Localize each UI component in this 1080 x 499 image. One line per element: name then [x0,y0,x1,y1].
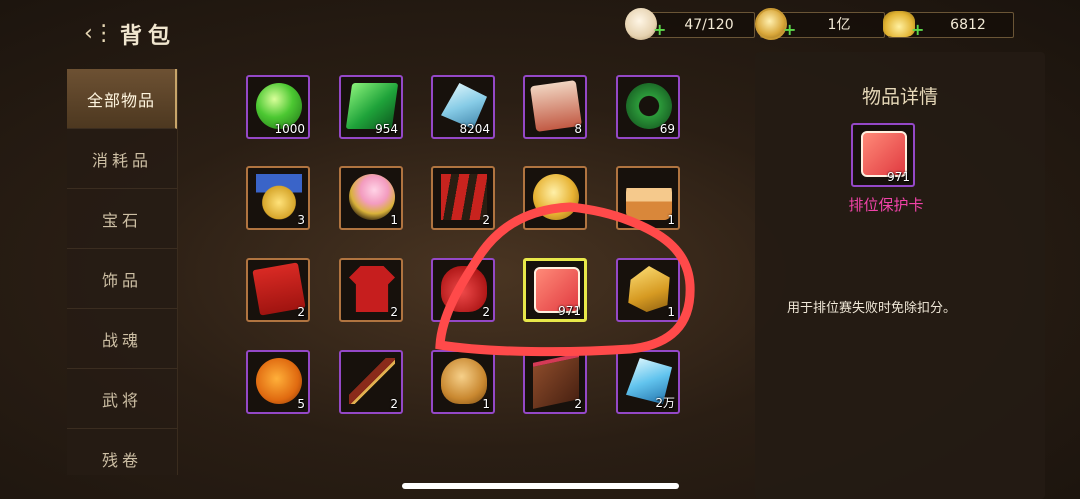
jack-o-lantern-icon [256,358,302,404]
item-detail-panel: 物品详情 971 排位保护卡 用于排位赛失败时免除扣分。 [755,52,1045,499]
inventory-slot[interactable]: 1000 [246,75,310,139]
inventory-slot[interactable]: 8204 [431,75,495,139]
detail-panel-title: 物品详情 [861,86,938,108]
inventory-slot[interactable]: 2 [246,258,310,322]
item-count: 5 [297,397,305,411]
tab-war-souls[interactable]: 战魂 [67,309,177,369]
tab-all-items[interactable]: 全部物品 [67,69,177,129]
inventory-slot[interactable]: 8 [523,75,587,139]
item-count: 2 [390,305,398,319]
inventory-slot[interactable]: 2 [339,258,403,322]
item-count: 8 [574,122,582,136]
inventory-slot[interactable]: 2万 [616,350,680,414]
back-arrow-icon[interactable]: ‹⋮ [84,20,115,48]
item-count: 2 [482,305,490,319]
tab-accessories[interactable]: 饰品 [67,249,177,309]
detail-item-slot: 971 [851,123,915,187]
detail-item-count: 971 [887,170,910,184]
inventory-slot[interactable]: 5 [246,350,310,414]
item-count: 8204 [459,122,490,136]
inventory-slot[interactable]: 1 [339,166,403,230]
item-count: 1 [390,213,398,227]
spring-couplet-icon [441,174,487,220]
item-count: 2万 [655,396,675,410]
coin-value: 1亿 [827,17,851,33]
item-count: 2 [574,397,582,411]
tab-gems[interactable]: 宝石 [67,189,177,249]
page-title: 背包 [120,23,177,49]
red-jersey-icon [349,266,395,312]
bun-value: 47/120 [684,17,734,33]
firecracker-stick-icon [349,358,395,404]
inventory-slot[interactable]: 1 [616,258,680,322]
category-sidebar: 全部物品 消耗品 宝石 饰品 战魂 武将 残卷 [67,69,178,475]
home-indicator-bar[interactable] [402,483,679,489]
item-count: 2 [390,397,398,411]
detail-item-description: 用于排位赛失败时免除扣分。 [787,301,957,316]
item-count: 1 [482,397,490,411]
inventory-slot[interactable]: 2 [431,166,495,230]
gold-bricks-icon [628,266,670,312]
tab-fragments[interactable]: 残卷 [67,429,177,475]
inventory-slot[interactable]: 954 [339,75,403,139]
plum-blossom-icon [349,174,395,220]
gold-coin-icon [533,174,579,220]
inventory-slot[interactable]: 1 [616,166,680,230]
item-count: 2 [482,213,490,227]
item-count: 954 [375,122,398,136]
item-count: 971 [558,304,581,318]
item-count: 2 [297,305,305,319]
detail-item-name: 排位保护卡 [848,196,924,214]
roast-chicken-icon [441,358,487,404]
item-count: 1 [667,305,675,319]
chocolate-bar-icon [533,353,579,409]
inventory-slot-selected[interactable]: 971 [523,258,587,322]
item-count: 3 [297,213,305,227]
birthday-cake-icon [626,174,672,220]
inventory-slot[interactable]: 1 [431,350,495,414]
item-count: 1 [667,213,675,227]
coin-resource-counter: + 1亿 [755,8,885,40]
inventory-slot[interactable]: 2 [523,350,587,414]
inventory-slot[interactable]: 3 [246,166,310,230]
gold-star-medal-icon [256,174,302,220]
item-count: 69 [659,122,675,136]
inventory-slot[interactable]: 2 [431,258,495,322]
ingot-resource-counter: + 6812 [883,11,1014,38]
inventory-slot[interactable]: 2 [339,350,403,414]
tab-consumables[interactable]: 消耗品 [67,129,177,189]
ingot-value: 6812 [950,17,986,33]
bun-resource-counter: + 47/120 [625,8,755,40]
inventory-slot[interactable]: 69 [616,75,680,139]
tab-generals[interactable]: 武将 [67,369,177,429]
inventory-slot[interactable] [523,166,587,230]
item-count: 1000 [274,122,305,136]
red-lucky-bag-icon [441,266,487,312]
